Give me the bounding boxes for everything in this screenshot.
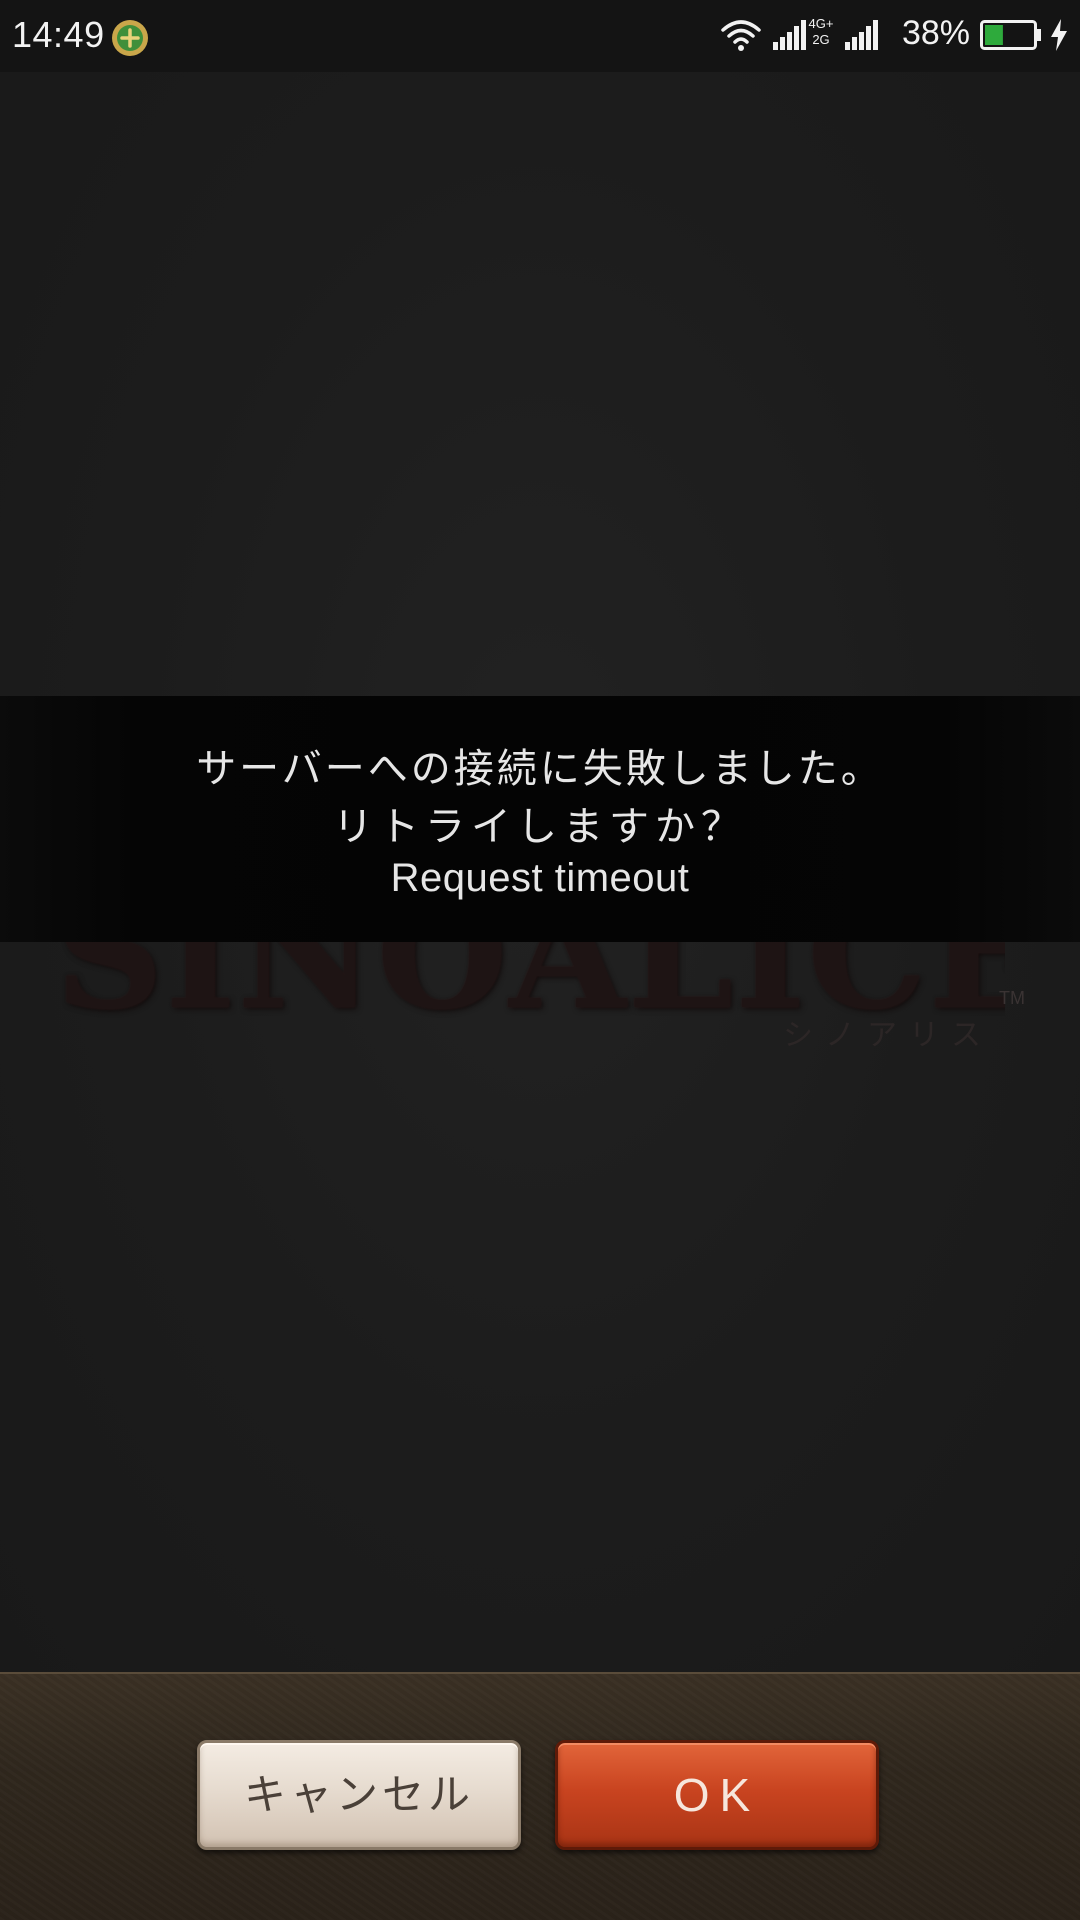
game-screen: 14:49 4G+ 2G 38% SINOALICE TM シノアリス サーバー… xyxy=(0,0,1080,1920)
network-type-top: 4G+ xyxy=(808,16,834,31)
error-detail: Request timeout xyxy=(390,856,690,900)
ok-button[interactable]: OK xyxy=(555,1740,879,1850)
battery-percent: 38% xyxy=(901,14,970,52)
cancel-button[interactable]: キャンセル xyxy=(197,1740,521,1850)
charging-icon xyxy=(1051,19,1067,51)
error-message-line1: サーバーへの接続に失敗しました。 xyxy=(196,746,884,792)
app-notification-icon xyxy=(112,20,148,56)
network-type: 4G+ 2G xyxy=(806,16,836,48)
error-dialog: サーバーへの接続に失敗しました。 リトライしますか？ Request timeo… xyxy=(0,696,1080,942)
error-message-line2: リトライしますか？ xyxy=(333,804,747,850)
status-time: 14:49 xyxy=(12,14,105,55)
signal-icon xyxy=(773,20,806,50)
status-bar: 14:49 4G+ 2G 38% xyxy=(0,0,1080,72)
logo-trademark: TM xyxy=(999,988,1025,1008)
battery-icon xyxy=(980,20,1041,50)
network-type-bottom: 2G xyxy=(812,32,830,47)
status-icons: 4G+ 2G 38% xyxy=(720,14,1070,60)
logo-subtitle: シノアリス xyxy=(783,1018,993,1053)
dialog-button-panel: キャンセル OK xyxy=(0,1672,1080,1920)
signal-icon xyxy=(845,20,878,50)
wifi-icon xyxy=(721,20,761,51)
